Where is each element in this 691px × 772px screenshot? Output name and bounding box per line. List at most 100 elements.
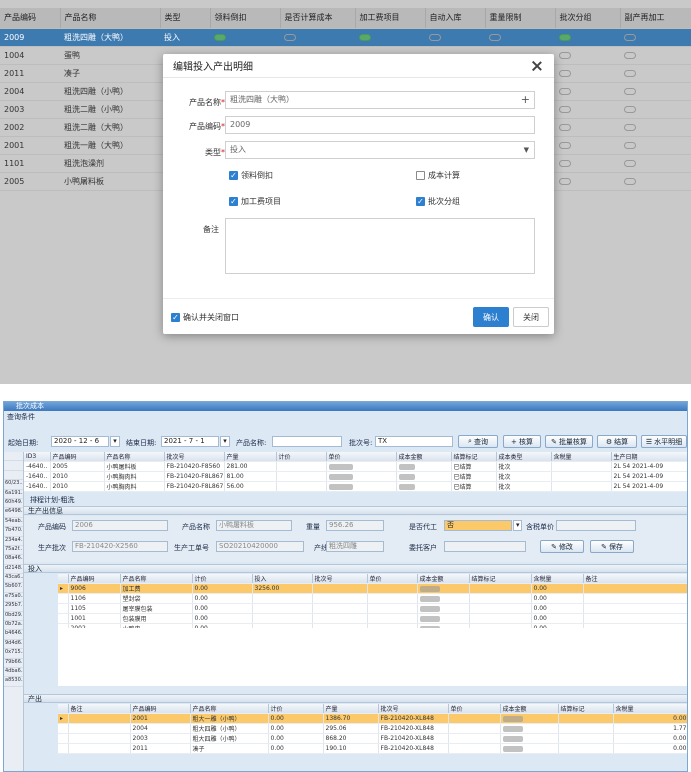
col-header[interactable]: 是否计算成本 (280, 8, 356, 29)
toggle-icon[interactable] (284, 33, 296, 41)
row-id-cell[interactable]: 0bd29.. (4, 612, 23, 622)
product-code-input[interactable]: 2006 (72, 520, 168, 531)
batch-input[interactable]: FB-210420-X2560 (72, 541, 168, 552)
product-name-field[interactable]: 粗洗四雕（大鸭） + (225, 91, 535, 109)
toggle-icon[interactable] (214, 33, 226, 41)
row-id-cell[interactable]: 54eab.. (4, 518, 23, 528)
chk-batch-group[interactable]: ✓ 批次分组 (416, 196, 460, 207)
row-id-cell[interactable]: b4646.. (4, 630, 23, 640)
row-id-cell[interactable]: 234a4.. (4, 537, 23, 546)
toggle-icon[interactable] (624, 159, 636, 167)
batch-no-input[interactable]: TX (375, 436, 453, 447)
toggle-icon[interactable] (559, 33, 571, 41)
col-header[interactable]: 产品名称 (190, 704, 269, 714)
table-row[interactable]: ▸ 2001 粗大一雕（小鸭） 0.00 1386.70 FB-210420-XL848 0… (58, 713, 687, 724)
col-header[interactable]: 自动入库 (425, 8, 486, 29)
toggle-icon[interactable] (559, 159, 571, 167)
toggle-icon[interactable] (624, 51, 636, 59)
remark-textarea[interactable] (225, 218, 535, 274)
row-id-cell[interactable]: 295b7.. (4, 602, 23, 612)
toggle-icon[interactable] (559, 87, 571, 95)
col-header[interactable]: 产品名称 (120, 574, 193, 584)
col-header[interactable]: 投入 (252, 574, 313, 584)
row-id-cell[interactable]: 4dba6.. (4, 668, 23, 678)
col-header[interactable]: 成本金额 (417, 574, 470, 584)
col-header[interactable]: 类型 (160, 8, 211, 29)
col-header[interactable]: 产量 (224, 452, 277, 462)
col-header[interactable]: 产品编码 (130, 704, 191, 714)
col-header[interactable]: 批次分组 (555, 8, 621, 29)
col-header[interactable]: 成本金额 (500, 704, 559, 714)
col-header[interactable]: 含税量 (613, 704, 687, 714)
col-header[interactable]: 产品编码 (0, 8, 61, 29)
row-id-cell[interactable] (4, 461, 23, 471)
toggle-icon[interactable] (559, 105, 571, 113)
checkbox-icon[interactable]: ✓ (416, 197, 425, 206)
col-header[interactable]: 产品名称 (104, 452, 165, 462)
table-row[interactable]: -1640.. 2010 小鸭胸肉料 FB-210420-F8L867 81.00 已结算… (24, 471, 687, 482)
row-id-cell[interactable]: 5b607.. (4, 583, 23, 593)
col-header[interactable]: 结算标记 (469, 574, 532, 584)
col-header[interactable]: 含税量 (531, 574, 584, 584)
toggle-icon[interactable] (559, 69, 571, 77)
calc-button[interactable]: + 核算 (503, 435, 541, 448)
toggle-icon[interactable] (624, 69, 636, 77)
confirm-close-checkbox[interactable]: ✓ 确认并关闭窗口 (171, 312, 239, 323)
settle-button[interactable]: ⚙ 结算 (597, 435, 637, 448)
plus-icon[interactable]: + (521, 92, 530, 108)
row-id-cell[interactable]: e75a0.. (4, 593, 23, 603)
row-id-cell[interactable] (4, 471, 23, 481)
row-id-cell[interactable]: d2148.. (4, 565, 23, 575)
chk-cost[interactable]: 成本计算 (416, 170, 460, 181)
toggle-icon[interactable] (624, 123, 636, 131)
table-row[interactable]: 1105 屠宰膜包装 0.00 0.00 (58, 603, 687, 614)
col-header[interactable]: 结算标记 (451, 452, 497, 462)
toggle-icon[interactable] (559, 51, 571, 59)
col-header[interactable]: 产品编码 (68, 574, 121, 584)
col-header[interactable]: 产品名称 (60, 8, 161, 29)
outsource-select[interactable]: 否 (444, 520, 512, 531)
chk-process-fee[interactable]: ✓ 加工费项目 (229, 196, 281, 207)
col-header[interactable]: 重量限制 (485, 8, 556, 29)
row-id-cell[interactable] (4, 452, 23, 462)
col-header[interactable]: 批次号 (378, 704, 449, 714)
query-button[interactable]: ⌕ 查询 (458, 435, 498, 448)
edit-button[interactable]: ✎ 修改 (540, 540, 584, 553)
col-header[interactable]: 备注 (583, 574, 687, 584)
row-id-cell[interactable]: 0b72a.. (4, 621, 23, 631)
row-id-cell[interactable]: e6498.. (4, 508, 23, 518)
toggle-icon[interactable] (624, 33, 636, 41)
checkbox-icon[interactable]: ✓ (171, 313, 180, 322)
table-row[interactable]: -4640.. 2005 小鸭屠料板 FB-210420-F8560 281.00 已结算… (24, 461, 687, 472)
close-button[interactable]: 关闭 (513, 307, 549, 327)
col-header[interactable]: 备注 (68, 704, 131, 714)
row-id-cell[interactable]: 60h49.. (4, 499, 23, 509)
row-id-cell[interactable]: 43ca6.. (4, 574, 23, 584)
table-row[interactable]: 1001 包装膜用 0.00 0.00 (58, 613, 687, 624)
col-header[interactable]: 计价 (192, 574, 253, 584)
client-input[interactable] (444, 541, 526, 552)
table-row[interactable]: ▸ 9006 加工费 0.00 3256.00 0.00 (58, 583, 687, 594)
col-header[interactable]: 成本金额 (396, 452, 452, 462)
col-header[interactable]: 产量 (323, 704, 379, 714)
col-header[interactable]: ID3 (24, 452, 51, 462)
table-row[interactable]: 1106 塑封袋 0.00 0.00 (58, 593, 687, 604)
row-id-cell[interactable]: 9d4d6.. (4, 640, 23, 650)
col-header[interactable]: 单价 (448, 704, 501, 714)
toggle-icon[interactable] (429, 33, 441, 41)
toggle-icon[interactable] (559, 141, 571, 149)
toggle-icon[interactable] (489, 33, 501, 41)
toggle-icon[interactable] (559, 123, 571, 131)
batch-calc-button[interactable]: ✎ 批量核算 (545, 435, 593, 448)
row-id-cell[interactable]: 7b470.. (4, 527, 23, 537)
product-name-input[interactable] (272, 436, 342, 447)
toggle-icon[interactable] (359, 33, 371, 41)
calendar-icon[interactable]: ▾ (220, 436, 230, 447)
table-row[interactable]: 2009 粗洗四雕（大鸭） 投入 (0, 28, 691, 47)
checkbox-icon[interactable]: ✓ (229, 171, 238, 180)
product-code-field[interactable]: 2009 (225, 116, 535, 134)
row-id-cell[interactable]: 60/23.. (4, 480, 23, 490)
water-detail-button[interactable]: ☰ 水平明细 (641, 435, 687, 448)
start-date-input[interactable]: 2020 - 12 - 6 (51, 436, 109, 447)
col-header[interactable]: 副产再加工 (620, 8, 691, 29)
